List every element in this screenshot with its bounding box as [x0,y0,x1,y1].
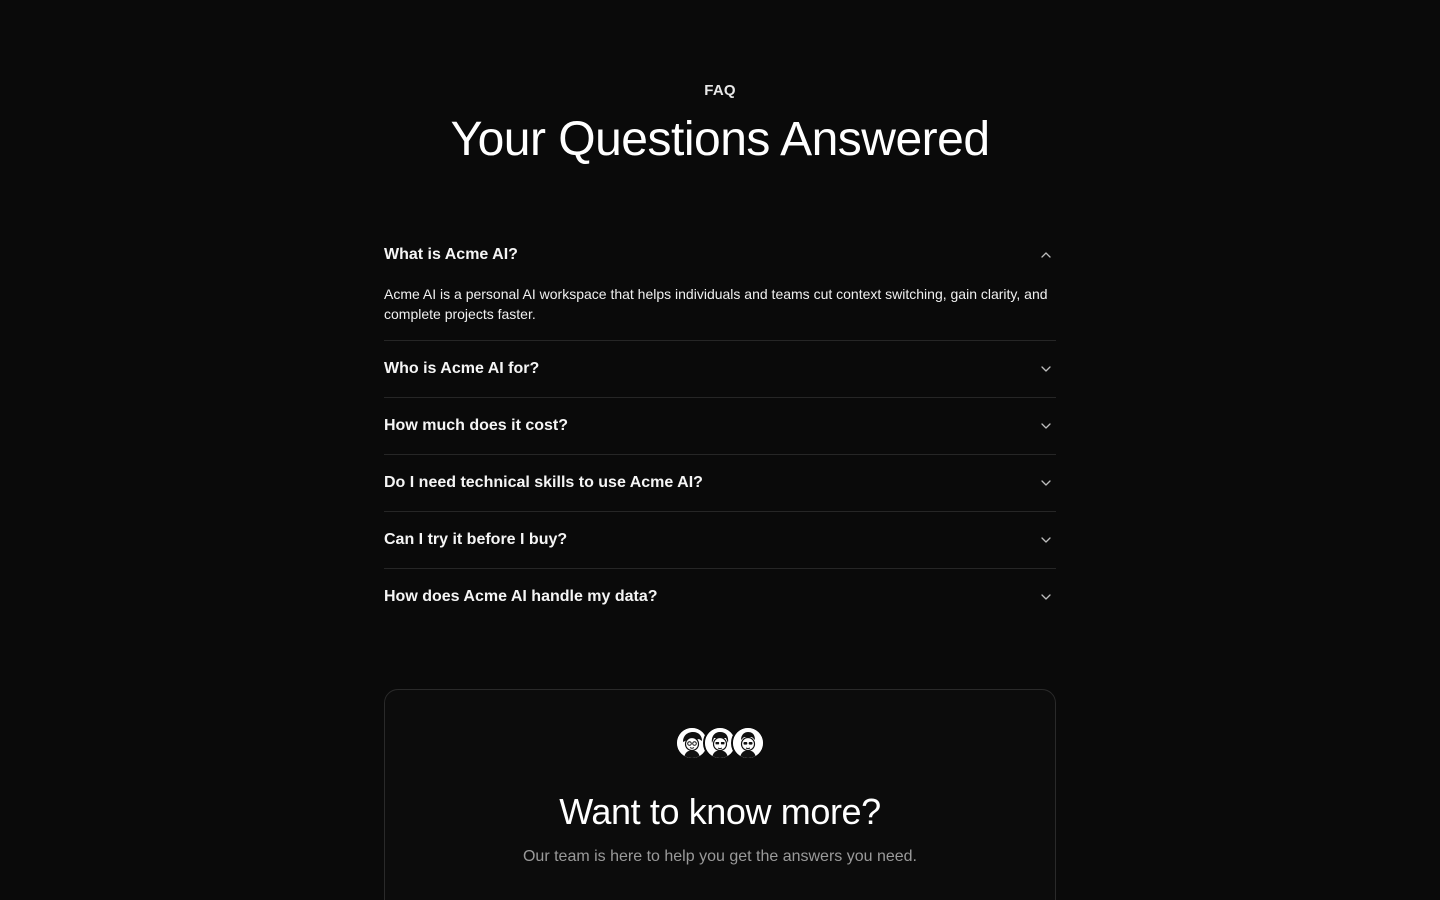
contact-cta-card: Want to know more? Our team is here to h… [384,689,1056,900]
faq-question-toggle[interactable]: What is Acme AI? [384,227,1056,283]
faq-question-toggle[interactable]: Who is Acme AI for? [384,341,1056,397]
faq-question-toggle[interactable]: How does Acme AI handle my data? [384,569,1056,625]
faq-question-text: What is Acme AI? [384,246,518,263]
cta-title: Want to know more? [559,791,881,832]
faq-question-text: Do I need technical skills to use Acme A… [384,474,703,491]
chevron-down-icon [1040,477,1052,489]
chevron-down-icon [1040,591,1052,603]
faq-item: Do I need technical skills to use Acme A… [384,455,1056,512]
faq-accordion: What is Acme AI? Acme AI is a personal A… [384,227,1056,625]
faq-question-text: Who is Acme AI for? [384,360,540,377]
faq-page: FAQ Your Questions Answered What is Acme… [0,0,1440,900]
faq-question-text: How does Acme AI handle my data? [384,588,658,605]
page-title: Your Questions Answered [450,113,990,166]
faq-answer: Acme AI is a personal AI workspace that … [384,286,1048,322]
faq-item: Who is Acme AI for? [384,341,1056,398]
chevron-down-icon [1040,420,1052,432]
faq-question-toggle[interactable]: Do I need technical skills to use Acme A… [384,455,1056,511]
chevron-down-icon [1040,363,1052,375]
team-avatars [385,726,1055,760]
avatar [731,726,765,760]
faq-item: What is Acme AI? Acme AI is a personal A… [384,227,1056,341]
faq-item: How much does it cost? [384,398,1056,455]
faq-question-text: Can I try it before I buy? [384,531,568,548]
cta-subtitle: Our team is here to help you get the ans… [522,848,917,865]
faq-question-toggle[interactable]: How much does it cost? [384,398,1056,454]
section-eyebrow: FAQ [704,82,736,99]
chevron-up-icon [1040,249,1052,261]
faq-item: How does Acme AI handle my data? [384,569,1056,625]
faq-question-text: How much does it cost? [384,417,569,434]
chevron-down-icon [1040,534,1052,546]
faq-item: Can I try it before I buy? [384,512,1056,569]
faq-question-toggle[interactable]: Can I try it before I buy? [384,512,1056,568]
